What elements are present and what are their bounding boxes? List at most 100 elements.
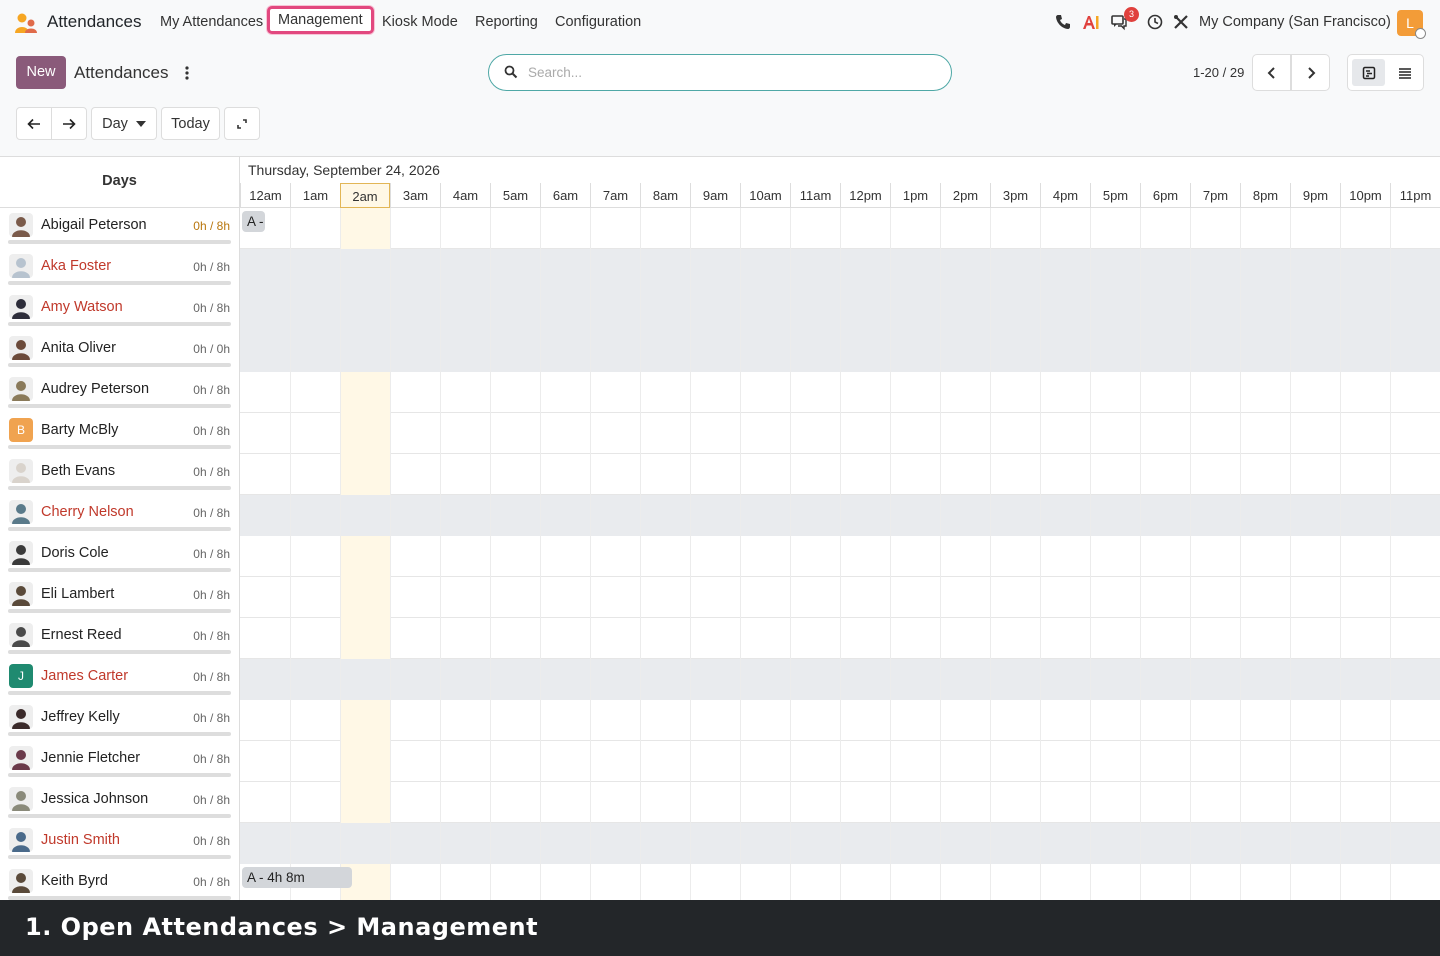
gantt-row[interactable]: Audrey Peterson 0h / 8h [0, 372, 1440, 413]
menu-reporting[interactable]: Reporting [475, 14, 538, 30]
company-switcher[interactable]: My Company (San Francisco) [1199, 14, 1391, 30]
timeline-cells[interactable]: A - 4h 8m [240, 864, 1440, 900]
pager-next-button[interactable] [1291, 54, 1330, 91]
hour-gridline [890, 782, 891, 823]
hour-gridline [640, 577, 641, 618]
current-hour-column [340, 454, 390, 495]
menu-kiosk-mode[interactable]: Kiosk Mode [382, 14, 458, 30]
current-hour-column [340, 741, 390, 782]
timeline-cells[interactable] [240, 331, 1440, 372]
tools-icon[interactable] [1172, 13, 1190, 31]
employee-cell[interactable]: Cherry Nelson 0h / 8h [0, 495, 240, 536]
phone-icon[interactable] [1054, 13, 1072, 31]
employee-cell[interactable]: Audrey Peterson 0h / 8h [0, 372, 240, 413]
previous-period-button[interactable] [16, 107, 52, 140]
hour-gridline [590, 782, 591, 823]
actions-menu-icon[interactable] [180, 64, 194, 82]
timeline-cells[interactable] [240, 577, 1440, 618]
hour-gridline [1390, 372, 1391, 413]
employee-cell[interactable]: Beth Evans 0h / 8h [0, 454, 240, 495]
gantt-row[interactable]: J James Carter 0h / 8h [0, 659, 1440, 700]
attendances-app-icon[interactable] [14, 11, 38, 35]
current-hour-column [340, 331, 390, 372]
timeline-cells[interactable] [240, 249, 1440, 290]
timeline-cells[interactable] [240, 823, 1440, 864]
menu-configuration[interactable]: Configuration [555, 14, 641, 30]
next-period-button[interactable] [51, 107, 87, 140]
gantt-row[interactable]: Jeffrey Kelly 0h / 8h [0, 700, 1440, 741]
pager-previous-button[interactable] [1252, 54, 1291, 91]
gantt-row[interactable]: Abigail Peterson 0h / 8h A - [0, 208, 1440, 249]
employee-cell[interactable]: Keith Byrd 0h / 8h [0, 864, 240, 900]
gantt-row[interactable]: Keith Byrd 0h / 8h A - 4h 8m [0, 864, 1440, 900]
hour-gridline [340, 700, 341, 741]
gantt-row[interactable]: Ernest Reed 0h / 8h [0, 618, 1440, 659]
hour-gridline [390, 454, 391, 495]
employee-cell[interactable]: Justin Smith 0h / 8h [0, 823, 240, 864]
timeline-cells[interactable] [240, 454, 1440, 495]
attendance-pill[interactable]: A - [242, 211, 265, 232]
hour-gridline [590, 823, 591, 864]
gantt-row[interactable]: Beth Evans 0h / 8h [0, 454, 1440, 495]
timeline-cells[interactable] [240, 372, 1440, 413]
timeline-cells[interactable] [240, 536, 1440, 577]
employee-cell[interactable]: Doris Cole 0h / 8h [0, 536, 240, 577]
employee-cell[interactable]: Ernest Reed 0h / 8h [0, 618, 240, 659]
expand-button[interactable] [224, 107, 260, 140]
employee-cell[interactable]: J James Carter 0h / 8h [0, 659, 240, 700]
employee-cell[interactable]: Anita Oliver 0h / 0h [0, 331, 240, 372]
hour-gridline [1040, 577, 1041, 618]
employee-cell[interactable]: Amy Watson 0h / 8h [0, 290, 240, 331]
employee-cell[interactable]: Jeffrey Kelly 0h / 8h [0, 700, 240, 741]
timeline-cells[interactable] [240, 700, 1440, 741]
employee-cell[interactable]: Eli Lambert 0h / 8h [0, 577, 240, 618]
gantt-row[interactable]: Aka Foster 0h / 8h [0, 249, 1440, 290]
hour-gridline [290, 700, 291, 741]
user-avatar[interactable]: L [1397, 10, 1426, 39]
hour-gridline [1240, 782, 1241, 823]
timeline-cells[interactable] [240, 782, 1440, 823]
today-button[interactable]: Today [161, 107, 220, 140]
gantt-row[interactable]: Jennie Fletcher 0h / 8h [0, 741, 1440, 782]
hour-gridline [1140, 331, 1141, 372]
gantt-row[interactable]: Doris Cole 0h / 8h [0, 536, 1440, 577]
timeline-cells[interactable] [240, 413, 1440, 454]
ai-icon[interactable] [1082, 13, 1100, 31]
timeline-cells[interactable] [240, 659, 1440, 700]
hour-gridline [540, 659, 541, 700]
employee-cell[interactable]: Aka Foster 0h / 8h [0, 249, 240, 290]
clock-icon[interactable] [1146, 13, 1164, 31]
employee-cell[interactable]: B Barty McBly 0h / 8h [0, 413, 240, 454]
gantt-row[interactable]: Justin Smith 0h / 8h [0, 823, 1440, 864]
employee-cell[interactable]: Jessica Johnson 0h / 8h [0, 782, 240, 823]
timeline-cells[interactable]: A - [240, 208, 1440, 249]
gantt-row[interactable]: B Barty McBly 0h / 8h [0, 413, 1440, 454]
new-button[interactable]: New [16, 56, 66, 89]
attendance-pill[interactable]: A - 4h 8m [242, 867, 352, 888]
timeline-cells[interactable] [240, 741, 1440, 782]
menu-my-attendances[interactable]: My Attendances [160, 14, 263, 30]
hour-gridline [540, 372, 541, 413]
gantt-view-button[interactable] [1352, 59, 1385, 86]
search-placeholder[interactable]: Search... [528, 65, 582, 80]
timeline-cells[interactable] [240, 618, 1440, 659]
gantt-row[interactable]: Anita Oliver 0h / 0h [0, 331, 1440, 372]
timeline-cells[interactable] [240, 290, 1440, 331]
list-view-button[interactable] [1388, 59, 1421, 86]
gantt-row[interactable]: Amy Watson 0h / 8h [0, 290, 1440, 331]
gantt-row[interactable]: Eli Lambert 0h / 8h [0, 577, 1440, 618]
employee-cell[interactable]: Abigail Peterson 0h / 8h [0, 208, 240, 249]
hour-gridline [840, 290, 841, 331]
search-bar[interactable]: Search... [488, 54, 952, 91]
scale-dropdown[interactable]: Day [91, 107, 157, 140]
pager-value[interactable]: 1-20 / 29 [1193, 65, 1244, 80]
caret-down-icon [135, 120, 146, 127]
menu-management[interactable]: Management [267, 6, 374, 34]
gantt-row[interactable]: Cherry Nelson 0h / 8h [0, 495, 1440, 536]
current-hour-column [340, 372, 390, 413]
hour-gridline [740, 249, 741, 290]
app-name[interactable]: Attendances [47, 12, 142, 32]
gantt-row[interactable]: Jessica Johnson 0h / 8h [0, 782, 1440, 823]
employee-cell[interactable]: Jennie Fletcher 0h / 8h [0, 741, 240, 782]
timeline-cells[interactable] [240, 495, 1440, 536]
